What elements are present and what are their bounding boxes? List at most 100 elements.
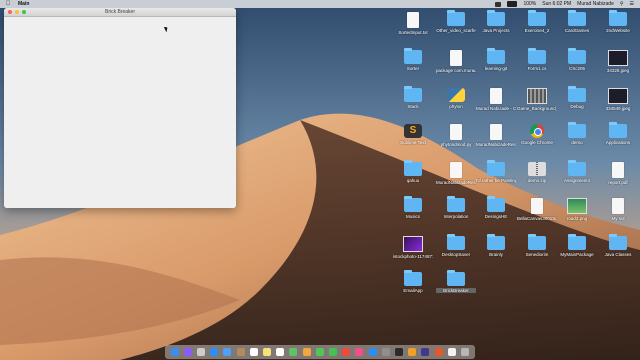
desktop-item[interactable]: phytondmod.py — [436, 124, 476, 147]
spotlight-icon[interactable]: ⚲ — [620, 1, 624, 7]
folder-icon — [528, 234, 546, 250]
sublime-icon[interactable] — [408, 348, 417, 356]
document-icon — [612, 162, 624, 178]
desktop-item[interactable]: phyton — [436, 88, 476, 109]
photos-icon[interactable] — [302, 348, 311, 356]
folder-icon — [487, 10, 505, 26]
contacts-icon[interactable] — [236, 348, 245, 356]
trash-icon[interactable] — [461, 348, 470, 356]
desktop-item[interactable]: DesktopSaver — [436, 234, 476, 257]
desktop-item[interactable]: Form1.cs — [517, 48, 557, 71]
document-icon — [490, 124, 502, 140]
desktop-item-label: Google Chrome — [521, 140, 553, 145]
desktop-item[interactable]: Google Chrome — [517, 124, 557, 145]
desktop-item[interactable]: Musics — [393, 196, 433, 219]
user-name[interactable]: Murad Nabizade — [577, 1, 614, 7]
desktop-item[interactable]: Assignment4 — [557, 160, 597, 183]
desktop-item[interactable]: Applications — [598, 122, 638, 145]
calendar-icon[interactable] — [249, 348, 258, 356]
battery-icon[interactable] — [507, 1, 518, 7]
desktop-item-label: Sublime Text — [400, 140, 426, 145]
desktop-item[interactable]: Interpolation — [436, 196, 476, 219]
desktop-item[interactable]: report.pdf — [598, 162, 638, 185]
appstore-icon[interactable] — [368, 348, 377, 356]
chrome-icon[interactable] — [342, 348, 351, 356]
desktop-item-label: 2ndWebsite — [606, 28, 630, 33]
image-thumbnail-icon — [403, 236, 423, 252]
facetime-icon[interactable] — [329, 348, 338, 356]
desktop-item[interactable]: SortedInput.txt — [393, 12, 433, 35]
desktop-item[interactable]: Java Classes — [598, 234, 638, 257]
game-canvas[interactable] — [4, 17, 236, 208]
desktop-item[interactable]: 34328.jpeg — [598, 50, 638, 73]
clock[interactable]: Sun 6:02 PM — [542, 1, 571, 7]
desktop-item[interactable]: 334549.jpeg — [598, 88, 638, 111]
mail-icon[interactable] — [223, 348, 232, 356]
desktop-item[interactable]: Sublime Text — [393, 124, 433, 145]
desktop-item[interactable]: 2ndWebsite — [598, 10, 638, 33]
desktop-item-label: istockphoto-1174871534-6...612.jpeg — [393, 254, 433, 259]
desktop-item[interactable]: demo — [557, 122, 597, 145]
desktop-item[interactable]: road3.png — [557, 198, 597, 221]
desktop-item[interactable]: Other_video_scarfe — [436, 10, 476, 33]
eclipse-icon[interactable] — [421, 348, 430, 356]
folder-icon — [609, 234, 627, 250]
desktop-item[interactable]: Brainly — [476, 234, 516, 257]
finder-icon[interactable] — [170, 348, 179, 356]
desktop-item[interactable]: demo.zip — [517, 162, 557, 183]
desktop-item[interactable]: Game_Background_110.jpeg — [517, 88, 557, 111]
safari-icon[interactable] — [210, 348, 219, 356]
desktop-item[interactable]: BellaCanvas3001SizeChart...py 2.jpg — [517, 198, 557, 221]
desktop-item[interactable]: MuradNabizadeResume.DOCX — [476, 124, 516, 147]
desktop-item-label: demo — [571, 140, 583, 145]
desktop-item[interactable]: qahuu — [393, 160, 433, 183]
desktop-item[interactable]: DesingsHE — [476, 196, 516, 219]
desktop-item[interactable]: Senediorim — [517, 234, 557, 257]
desktop-item[interactable]: learning-git — [476, 48, 516, 71]
active-app-menu[interactable]: Main — [18, 1, 29, 7]
desktop-item-label: Debug — [570, 104, 584, 109]
desktop-item[interactable]: Stack — [393, 86, 433, 109]
desktop-item[interactable]: My sol — [598, 198, 638, 221]
desktop-item[interactable]: package com.muradn.. — [436, 50, 476, 73]
desktop-item[interactable]: Sorter — [393, 48, 433, 71]
notification-center-icon[interactable]: ☰ — [630, 1, 634, 7]
desktop-item[interactable]: CardGames — [557, 10, 597, 33]
desktop-item[interactable]: MyMainPackage — [557, 234, 597, 257]
desktop-item-label: Sorter — [406, 66, 420, 71]
reminders-icon[interactable] — [276, 348, 285, 356]
desktop-item[interactable]: BrickBreaker — [436, 270, 476, 293]
apple-menu-icon[interactable]:  — [4, 1, 12, 7]
messages-icon[interactable] — [315, 348, 324, 356]
desktop-item-label: MyMainPackage — [560, 252, 594, 257]
document-icon[interactable] — [447, 348, 456, 356]
window-title: Brick Breaker — [104, 9, 135, 15]
desktop-item[interactable]: CSc205 — [557, 48, 597, 71]
desktop-item[interactable]: EmailApp — [393, 270, 433, 293]
wifi-icon[interactable] — [495, 1, 502, 7]
folder-icon — [568, 10, 586, 26]
preferences-icon[interactable] — [381, 348, 390, 356]
terminal-icon[interactable] — [395, 348, 404, 356]
desktop-item-label: phytondmod.py — [440, 142, 472, 147]
desktop-item[interactable]: Exercise4_2 — [517, 10, 557, 33]
desktop-item[interactable]: MuradNabizadeResume.pdf — [436, 162, 476, 185]
desktop-item[interactable]: istockphoto-1174871534-6...612.jpeg — [393, 236, 433, 259]
desktop-item[interactable]: Murad Nabizade - Cover letter.docx — [476, 88, 516, 111]
desktop-item[interactable]: Debug — [557, 86, 597, 109]
folder-icon — [568, 234, 586, 250]
maps-icon[interactable] — [289, 348, 298, 356]
notes-icon[interactable] — [263, 348, 272, 356]
launchpad-icon[interactable] — [197, 348, 205, 356]
desktop-item-label: Interpolation — [443, 214, 469, 219]
itunes-icon[interactable] — [355, 348, 364, 356]
folder-icon — [447, 270, 465, 286]
java-icon[interactable] — [434, 348, 443, 356]
siri-icon[interactable] — [183, 348, 192, 356]
desktop-item-label: Assignment4 — [563, 178, 590, 183]
desktop-item[interactable]: Java Projects — [476, 10, 516, 33]
desktop-item-label: Murad Nabizade - Cover letter.docx — [476, 106, 516, 111]
window-titlebar[interactable]: Brick Breaker — [4, 8, 236, 17]
desktop-item-label: MuradNabizadeResume.DOCX — [476, 142, 516, 147]
desktop-item[interactable]: I'd rather be Painting...Etsy_files — [476, 160, 516, 183]
